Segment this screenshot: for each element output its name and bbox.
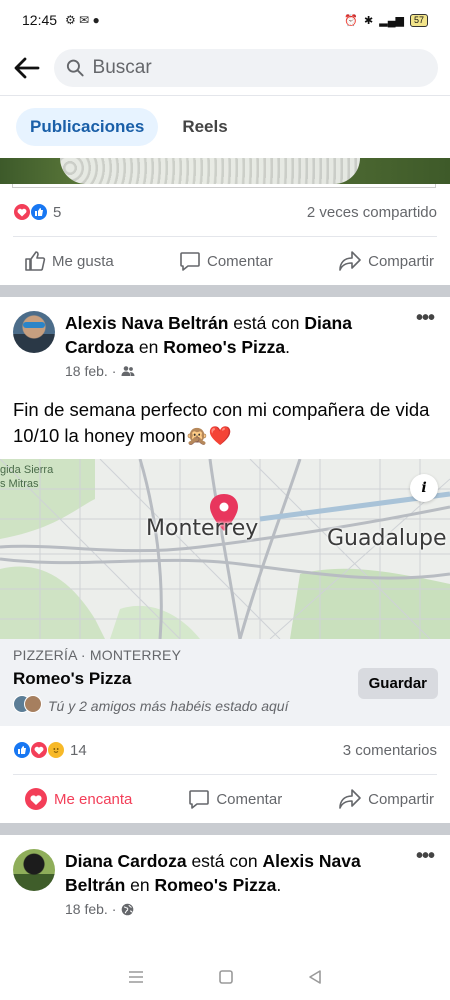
- post-reactions: 14 3 comentarios: [0, 726, 450, 774]
- author-name[interactable]: Alexis Nava Beltrán: [65, 313, 228, 333]
- comment-button[interactable]: Comentar: [188, 788, 282, 810]
- status-bar: 12:45 ⚙ ✉ ● ⏰ ✱ ▂▄▆ 57: [0, 0, 450, 40]
- heart-icon: [25, 788, 47, 810]
- comment-count[interactable]: 3 comentarios: [343, 742, 437, 759]
- comment-label: Comentar: [216, 790, 283, 808]
- thumbs-up-icon: [25, 251, 46, 271]
- reaction-summary[interactable]: 5: [13, 203, 61, 221]
- share-button[interactable]: Compartir: [338, 788, 434, 810]
- love-reaction-icon: [13, 203, 31, 221]
- content-tabs: Publicaciones Reels: [0, 96, 450, 158]
- previous-post-image[interactable]: [0, 158, 450, 188]
- comment-button[interactable]: Comentar: [179, 250, 273, 272]
- comment-icon: [180, 252, 200, 271]
- with-text: está con: [191, 851, 258, 871]
- tab-reels[interactable]: Reels: [168, 108, 241, 146]
- care-reaction-icon: [47, 741, 65, 759]
- reaction-summary[interactable]: 14: [13, 741, 87, 759]
- reaction-count: 14: [70, 741, 87, 759]
- like-reaction-icon: [13, 741, 31, 759]
- avatar[interactable]: [13, 311, 55, 353]
- place-link[interactable]: Romeo's Pizza: [163, 337, 285, 357]
- previous-post-reactions: 5 2 veces compartido: [0, 188, 450, 236]
- like-button[interactable]: Me gusta: [24, 250, 114, 272]
- alarm-icon: ⏰: [344, 14, 359, 27]
- love-label: Me encanta: [54, 790, 133, 808]
- post-header-text: Alexis Nava Beltrán está con Diana Cardo…: [65, 311, 437, 379]
- map-info-icon[interactable]: i: [410, 474, 438, 502]
- love-reaction-icon: [30, 741, 48, 759]
- post-actions: Me encanta Comentar Compartir: [0, 775, 450, 823]
- post-meta: 18 feb. ·: [65, 363, 437, 379]
- post-text-line1: Fin de semana perfecto con mi compañera …: [13, 399, 430, 420]
- friends-visited-text: Tú y 2 amigos más habéis estado aquí: [48, 697, 289, 714]
- menu-icon[interactable]: [127, 970, 145, 984]
- post-alexis: Alexis Nava Beltrán está con Diana Cardo…: [0, 297, 450, 823]
- place-category: PIZZERÍA · MONTERREY: [13, 647, 182, 663]
- search-icon: [66, 59, 84, 76]
- back-button[interactable]: [12, 53, 42, 83]
- at-text: en: [130, 875, 150, 895]
- place-card[interactable]: PIZZERÍA · MONTERREY Romeo's Pizza Tú y …: [0, 639, 450, 726]
- post-text-line2: 10/10 la honey moon🙊❤️: [13, 425, 232, 446]
- friends-audience-icon: [121, 366, 135, 376]
- with-text: está con: [233, 313, 300, 333]
- friend-avatars: [13, 695, 42, 716]
- share-button[interactable]: Compartir: [338, 250, 434, 272]
- more-options-icon[interactable]: •••: [416, 307, 435, 330]
- status-left: 12:45 ⚙ ✉ ●: [22, 12, 100, 28]
- avatar[interactable]: [13, 849, 55, 891]
- post-date[interactable]: 18 feb. ·: [65, 901, 116, 917]
- comment-label: Comentar: [206, 252, 273, 270]
- post-separator: [0, 823, 450, 835]
- post-separator: [0, 285, 450, 297]
- bluetooth-icon: ✱: [364, 14, 374, 27]
- search-box[interactable]: [54, 48, 438, 87]
- post-meta: 18 feb. ·: [65, 901, 437, 917]
- previous-post-actions: Me gusta Comentar Compartir: [0, 237, 450, 285]
- notification-icons: ⚙ ✉ ●: [65, 13, 100, 27]
- battery-icon: 57: [409, 13, 428, 27]
- save-button[interactable]: Guardar: [357, 668, 438, 699]
- comment-icon: [189, 790, 210, 809]
- share-icon: [339, 789, 361, 809]
- post-diana: Diana Cardoza está con Alexis Nava Beltr…: [0, 835, 450, 917]
- arrow-left-icon: [14, 57, 40, 78]
- post-title: Alexis Nava Beltrán está con Diana Cardo…: [65, 313, 352, 357]
- post-header-text: Diana Cardoza está con Alexis Nava Beltr…: [65, 849, 437, 917]
- share-icon: [339, 251, 361, 271]
- love-button[interactable]: Me encanta: [24, 788, 132, 810]
- share-count[interactable]: 2 veces compartido: [307, 204, 437, 221]
- globe-icon: [122, 903, 134, 915]
- status-time: 12:45: [22, 12, 58, 28]
- at-text: en: [138, 337, 159, 357]
- author-name[interactable]: Diana Cardoza: [65, 851, 187, 871]
- tab-publicaciones[interactable]: Publicaciones: [16, 108, 159, 146]
- map-city-label: Monterrey: [146, 516, 259, 541]
- search-header: [0, 40, 450, 96]
- post-text: Fin de semana perfecto con mi compañera …: [0, 379, 450, 459]
- location-map[interactable]: gida Sierra s Mitras Monterrey Guadalupe…: [0, 459, 450, 639]
- reaction-count: 5: [53, 203, 62, 221]
- status-right: ⏰ ✱ ▂▄▆ 57: [344, 13, 428, 27]
- back-triangle-icon[interactable]: [307, 969, 323, 985]
- map-city2-label: Guadalupe: [327, 526, 447, 551]
- like-label: Me gusta: [52, 252, 114, 270]
- more-options-icon[interactable]: •••: [416, 845, 435, 868]
- map-park-label: gida Sierra s Mitras: [0, 464, 54, 490]
- post-header: Diana Cardoza está con Alexis Nava Beltr…: [0, 835, 450, 917]
- place-link[interactable]: Romeo's Pizza: [155, 875, 277, 895]
- post-date[interactable]: 18 feb. ·: [65, 363, 116, 379]
- like-reaction-icon: [30, 203, 48, 221]
- home-icon[interactable]: [218, 969, 234, 985]
- post-title: Diana Cardoza está con Alexis Nava Beltr…: [65, 851, 361, 895]
- share-label: Compartir: [368, 252, 434, 270]
- search-input[interactable]: [92, 56, 426, 79]
- system-nav-bar: [0, 954, 450, 1000]
- post-header: Alexis Nava Beltrán está con Diana Cardo…: [0, 297, 450, 379]
- signal-icon: ▂▄▆: [379, 14, 404, 27]
- share-label: Compartir: [368, 790, 434, 808]
